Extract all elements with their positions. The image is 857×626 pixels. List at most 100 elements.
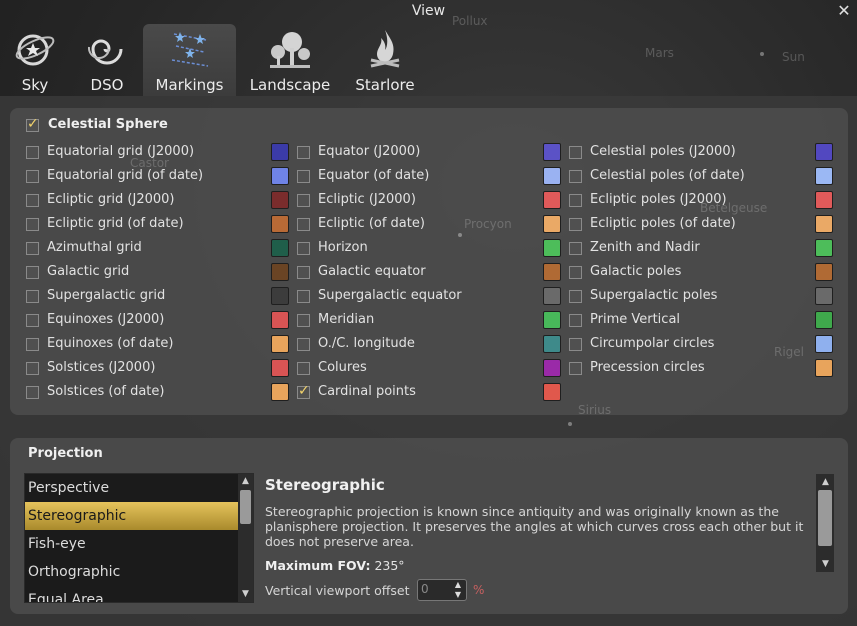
equator-j2000-label[interactable]: Equator (J2000) [318,144,420,159]
galactic-grid-label[interactable]: Galactic grid [47,264,129,279]
close-button[interactable]: ✕ [835,2,853,20]
spin-down-arrow-icon[interactable]: ▼ [451,590,465,600]
prime-vertical-color-swatch[interactable] [815,311,833,329]
ecliptic-grid-j2000-checkbox[interactable] [26,194,39,207]
ecliptic-j2000-color-swatch[interactable] [543,191,561,209]
ecliptic-poles-j2000-color-swatch[interactable] [815,191,833,209]
celestial-poles-j2000-checkbox[interactable] [569,146,582,159]
equator-of-date-label[interactable]: Equator (of date) [318,168,429,183]
solstices-j2000-checkbox[interactable] [26,362,39,375]
ecliptic-of-date-checkbox[interactable] [297,218,310,231]
projection-item-perspective[interactable]: Perspective [25,474,239,502]
projection-list-scrollbar[interactable]: ▲ ▼ [238,474,253,602]
zenith-and-nadir-label[interactable]: Zenith and Nadir [590,240,700,255]
scroll-down-arrow-icon[interactable]: ▼ [819,558,832,570]
solstices-of-date-checkbox[interactable] [26,386,39,399]
viewport-offset-value[interactable]: 0 [421,582,429,596]
scroll-up-arrow-icon[interactable]: ▲ [239,475,252,487]
equatorial-grid-j2000-checkbox[interactable] [26,146,39,159]
projection-item-stereographic[interactable]: Stereographic [25,502,239,530]
ecliptic-of-date-label[interactable]: Ecliptic (of date) [318,216,425,231]
galactic-equator-color-swatch[interactable] [543,263,561,281]
ecliptic-j2000-label[interactable]: Ecliptic (J2000) [318,192,416,207]
circumpolar-circles-label[interactable]: Circumpolar circles [590,336,714,351]
equinoxes-j2000-checkbox[interactable] [26,314,39,327]
celestial-poles-of-date-color-swatch[interactable] [815,167,833,185]
scroll-down-arrow-icon[interactable]: ▼ [239,588,252,600]
solstices-j2000-color-swatch[interactable] [271,359,289,377]
tab-starlore[interactable]: Starlore [350,24,420,96]
scroll-up-arrow-icon[interactable]: ▲ [819,476,832,488]
azimuthal-grid-checkbox[interactable] [26,242,39,255]
meridian-color-swatch[interactable] [543,311,561,329]
solstices-j2000-label[interactable]: Solstices (J2000) [47,360,155,375]
projection-item-equal-area[interactable]: Equal Area [25,586,239,602]
ecliptic-grid-of-date-color-swatch[interactable] [271,215,289,233]
supergalactic-equator-color-swatch[interactable] [543,287,561,305]
equator-of-date-color-swatch[interactable] [543,167,561,185]
celestial-poles-of-date-checkbox[interactable] [569,170,582,183]
equator-j2000-color-swatch[interactable] [543,143,561,161]
azimuthal-grid-color-swatch[interactable] [271,239,289,257]
projection-item-fish-eye[interactable]: Fish-eye [25,530,239,558]
celestial-poles-j2000-color-swatch[interactable] [815,143,833,161]
ecliptic-j2000-checkbox[interactable] [297,194,310,207]
colures-color-swatch[interactable] [543,359,561,377]
spin-up-arrow-icon[interactable]: ▲ [451,580,465,590]
scroll-thumb[interactable] [818,490,832,546]
celestial-sphere-checkbox[interactable] [26,116,39,132]
tab-dso[interactable]: DSO [78,24,136,96]
equinoxes-of-date-color-swatch[interactable] [271,335,289,353]
equinoxes-j2000-label[interactable]: Equinoxes (J2000) [47,312,164,327]
horizon-color-swatch[interactable] [543,239,561,257]
meridian-checkbox[interactable] [297,314,310,327]
o-c-longitude-checkbox[interactable] [297,338,310,351]
scroll-thumb[interactable] [240,490,251,524]
tab-landscape[interactable]: Landscape [245,24,335,96]
supergalactic-poles-label[interactable]: Supergalactic poles [590,288,717,303]
ecliptic-grid-of-date-label[interactable]: Ecliptic grid (of date) [47,216,184,231]
zenith-and-nadir-checkbox[interactable] [569,242,582,255]
galactic-grid-checkbox[interactable] [26,266,39,279]
equinoxes-j2000-color-swatch[interactable] [271,311,289,329]
equatorial-grid-j2000-color-swatch[interactable] [271,143,289,161]
tab-markings[interactable]: Markings [143,24,236,96]
equatorial-grid-of-date-checkbox[interactable] [26,170,39,183]
supergalactic-grid-checkbox[interactable] [26,290,39,303]
prime-vertical-checkbox[interactable] [569,314,582,327]
equatorial-grid-j2000-label[interactable]: Equatorial grid (J2000) [47,144,194,159]
projection-list[interactable]: Perspective Stereographic Fish-eye Ortho… [24,473,254,603]
galactic-poles-checkbox[interactable] [569,266,582,279]
equinoxes-of-date-checkbox[interactable] [26,338,39,351]
zenith-and-nadir-color-swatch[interactable] [815,239,833,257]
colures-checkbox[interactable] [297,362,310,375]
ecliptic-poles-j2000-checkbox[interactable] [569,194,582,207]
o-c-longitude-label[interactable]: O./C. longitude [318,336,415,351]
viewport-offset-spinbox[interactable]: 0 ▲ ▼ [417,579,467,601]
precession-circles-label[interactable]: Precession circles [590,360,705,375]
supergalactic-equator-label[interactable]: Supergalactic equator [318,288,462,303]
ecliptic-poles-of-date-checkbox[interactable] [569,218,582,231]
galactic-grid-color-swatch[interactable] [271,263,289,281]
solstices-of-date-label[interactable]: Solstices (of date) [47,384,164,399]
galactic-equator-checkbox[interactable] [297,266,310,279]
circumpolar-circles-color-swatch[interactable] [815,335,833,353]
supergalactic-grid-color-swatch[interactable] [271,287,289,305]
equator-j2000-checkbox[interactable] [297,146,310,159]
prime-vertical-label[interactable]: Prime Vertical [590,312,680,327]
description-scrollbar[interactable]: ▲ ▼ [816,474,834,572]
precession-circles-color-swatch[interactable] [815,359,833,377]
equatorial-grid-of-date-color-swatch[interactable] [271,167,289,185]
celestial-poles-j2000-label[interactable]: Celestial poles (J2000) [590,144,736,159]
equatorial-grid-of-date-label[interactable]: Equatorial grid (of date) [47,168,203,183]
ecliptic-grid-j2000-label[interactable]: Ecliptic grid (J2000) [47,192,174,207]
cardinal-points-checkbox[interactable] [297,383,310,399]
projection-item-orthographic[interactable]: Orthographic [25,558,239,586]
tab-sky[interactable]: Sky [6,24,64,96]
celestial-poles-of-date-label[interactable]: Celestial poles (of date) [590,168,745,183]
equinoxes-of-date-label[interactable]: Equinoxes (of date) [47,336,173,351]
ecliptic-poles-of-date-color-swatch[interactable] [815,215,833,233]
supergalactic-equator-checkbox[interactable] [297,290,310,303]
azimuthal-grid-label[interactable]: Azimuthal grid [47,240,142,255]
galactic-equator-label[interactable]: Galactic equator [318,264,426,279]
